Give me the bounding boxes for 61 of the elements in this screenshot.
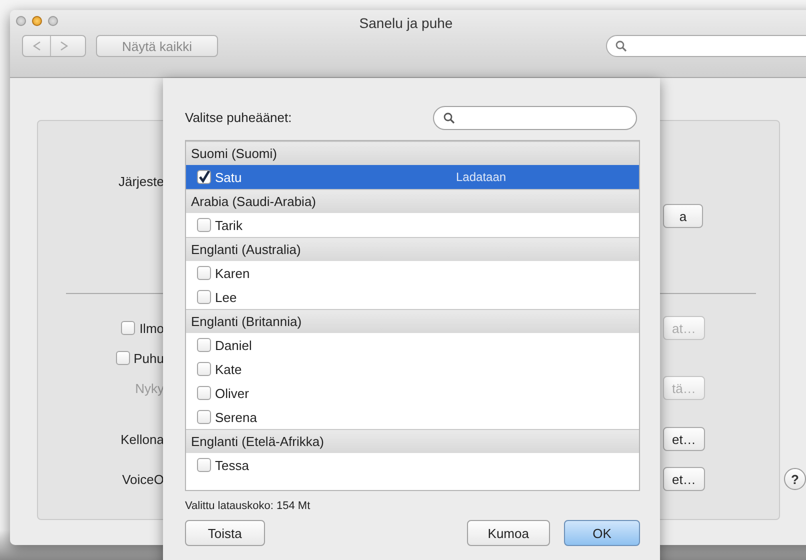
voice-row[interactable]: Kate [186, 357, 639, 381]
voice-name: Satu [215, 170, 242, 184]
settings-button[interactable]: a [663, 204, 703, 228]
checkbox-label: Puhu [134, 350, 164, 366]
voice-row[interactable]: Oliver [186, 381, 639, 405]
sheet-prompt: Valitse puheäänet: [185, 110, 292, 125]
group-header: Arabia (Saudi-Arabia) [186, 189, 639, 213]
voice-name: Kate [215, 362, 242, 376]
search-icon [615, 40, 627, 52]
checkbox[interactable] [116, 351, 130, 365]
window-title: Sanelu ja puhe [359, 15, 453, 31]
checkbox[interactable] [197, 290, 211, 304]
checkbox[interactable] [197, 410, 211, 424]
group-header: Suomi (Suomi) [186, 141, 639, 165]
search-icon [443, 112, 455, 124]
minimize-icon[interactable] [32, 16, 42, 26]
help-button[interactable]: ? [784, 468, 806, 490]
group-header: Englanti (Britannia) [186, 309, 639, 333]
setting-label: Kellona [120, 432, 164, 446]
setting-label: Nyky [135, 380, 164, 396]
settings-button[interactable]: et… [663, 467, 705, 491]
back-icon[interactable] [32, 41, 42, 51]
close-icon[interactable] [16, 16, 26, 26]
voice-row[interactable]: Daniel [186, 333, 639, 357]
zoom-icon[interactable] [48, 16, 58, 26]
voice-row[interactable]: Satu Ladataan [186, 165, 639, 189]
checkbox[interactable] [197, 458, 211, 472]
voice-name: Tarik [215, 218, 242, 232]
group-header: Englanti (Etelä-Afrikka) [186, 429, 639, 453]
voice-name: Serena [215, 410, 257, 424]
checkbox[interactable] [197, 338, 211, 352]
voice-row[interactable]: Lee [186, 285, 639, 309]
search-field[interactable] [433, 106, 637, 130]
checkbox[interactable] [197, 170, 211, 184]
setting-label: Järjeste [118, 174, 164, 188]
setting-label: VoiceO [122, 472, 164, 486]
settings-button[interactable]: et… [663, 427, 705, 451]
voice-row[interactable]: Tarik [186, 213, 639, 237]
voice-name: Karen [215, 266, 250, 280]
voice-row[interactable]: Serena [186, 405, 639, 429]
ok-button[interactable]: OK [564, 520, 640, 546]
voice-status: Ladataan [456, 170, 506, 184]
voice-name: Daniel [215, 338, 252, 352]
cancel-button[interactable]: Kumoa [466, 520, 550, 546]
checkbox[interactable] [197, 386, 211, 400]
voice-name: Oliver [215, 386, 249, 400]
checkbox[interactable] [197, 362, 211, 376]
play-button[interactable]: Toista [185, 520, 265, 546]
checkbox-label: Ilmo [139, 320, 164, 336]
checkbox[interactable] [197, 218, 211, 232]
checkbox[interactable] [121, 321, 136, 335]
voice-name: Lee [215, 290, 237, 304]
voice-row[interactable]: Karen [186, 261, 639, 285]
group-header: Englanti (Australia) [186, 237, 639, 261]
forward-icon[interactable] [59, 41, 69, 51]
voice-name: Tessa [215, 458, 249, 472]
voice-row[interactable]: Tessa [186, 453, 639, 477]
search-field[interactable] [606, 35, 806, 57]
checkbox[interactable] [197, 266, 211, 280]
download-size: Valittu latauskoko: 154 Mt [185, 500, 312, 512]
navigation-buttons[interactable] [22, 35, 86, 57]
